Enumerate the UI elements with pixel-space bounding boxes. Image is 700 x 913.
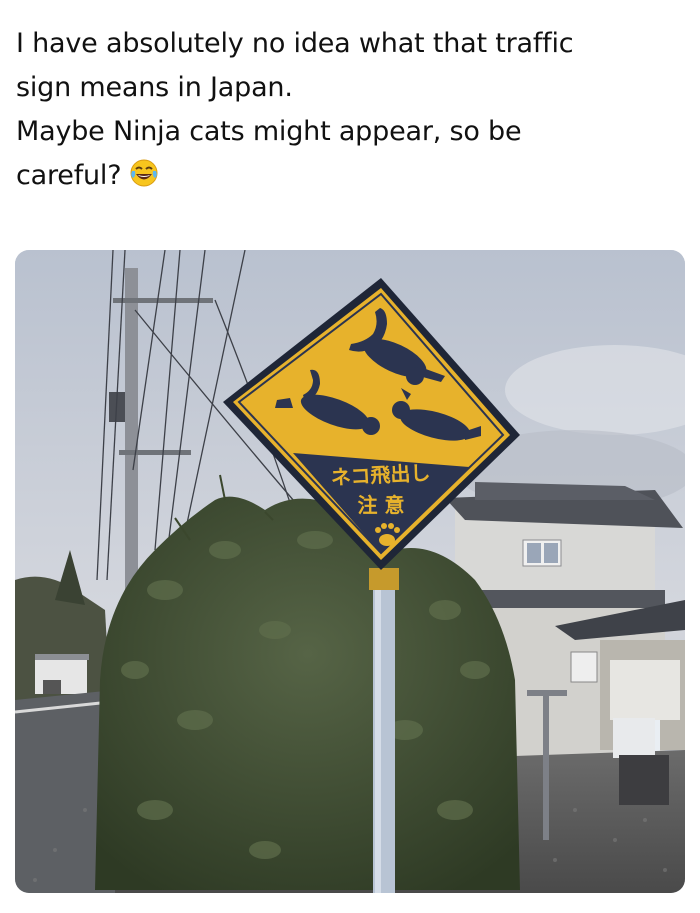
crying-laughing-emoji-icon: [129, 158, 159, 202]
caption-line-4: careful?: [16, 154, 686, 202]
caption-line-3: Maybe Ninja cats might appear, so be: [16, 116, 522, 147]
photo-japanese-cat-crossing-sign: ネコ飛出し 注 意: [15, 250, 685, 893]
caption-line-4-text: careful?: [16, 160, 122, 191]
photo-scene: ネコ飛出し 注 意: [15, 250, 685, 893]
sign-text-line2: 注 意: [358, 493, 405, 517]
caption-line-2: sign means in Japan.: [16, 72, 293, 103]
caption-line-1: I have absolutely no idea what that traf…: [16, 28, 574, 59]
post-caption: I have absolutely no idea what that traf…: [16, 22, 686, 202]
